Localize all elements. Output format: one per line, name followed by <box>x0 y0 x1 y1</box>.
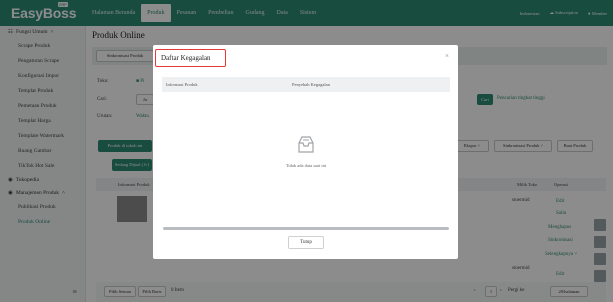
failure-list-dialog: Daftar Kegagalan × Informasi Produk Peny… <box>153 45 458 259</box>
col-product-info: Informasi Produk <box>166 82 198 87</box>
empty-inbox-icon <box>298 136 314 153</box>
dialog-title: Daftar Kegagalan <box>155 49 226 67</box>
empty-text: Tidak ada data saat ini <box>285 163 327 168</box>
empty-state: Tidak ada data saat ini <box>162 135 450 168</box>
col-failure-reason: Penyebab Kegagalan <box>292 82 330 87</box>
close-icon[interactable]: × <box>445 52 449 60</box>
close-button[interactable]: Tutup <box>288 236 324 249</box>
dialog-scrollbar[interactable] <box>163 227 449 230</box>
dialog-table-header: Informasi Produk Penyebab Kegagalan <box>162 77 450 92</box>
